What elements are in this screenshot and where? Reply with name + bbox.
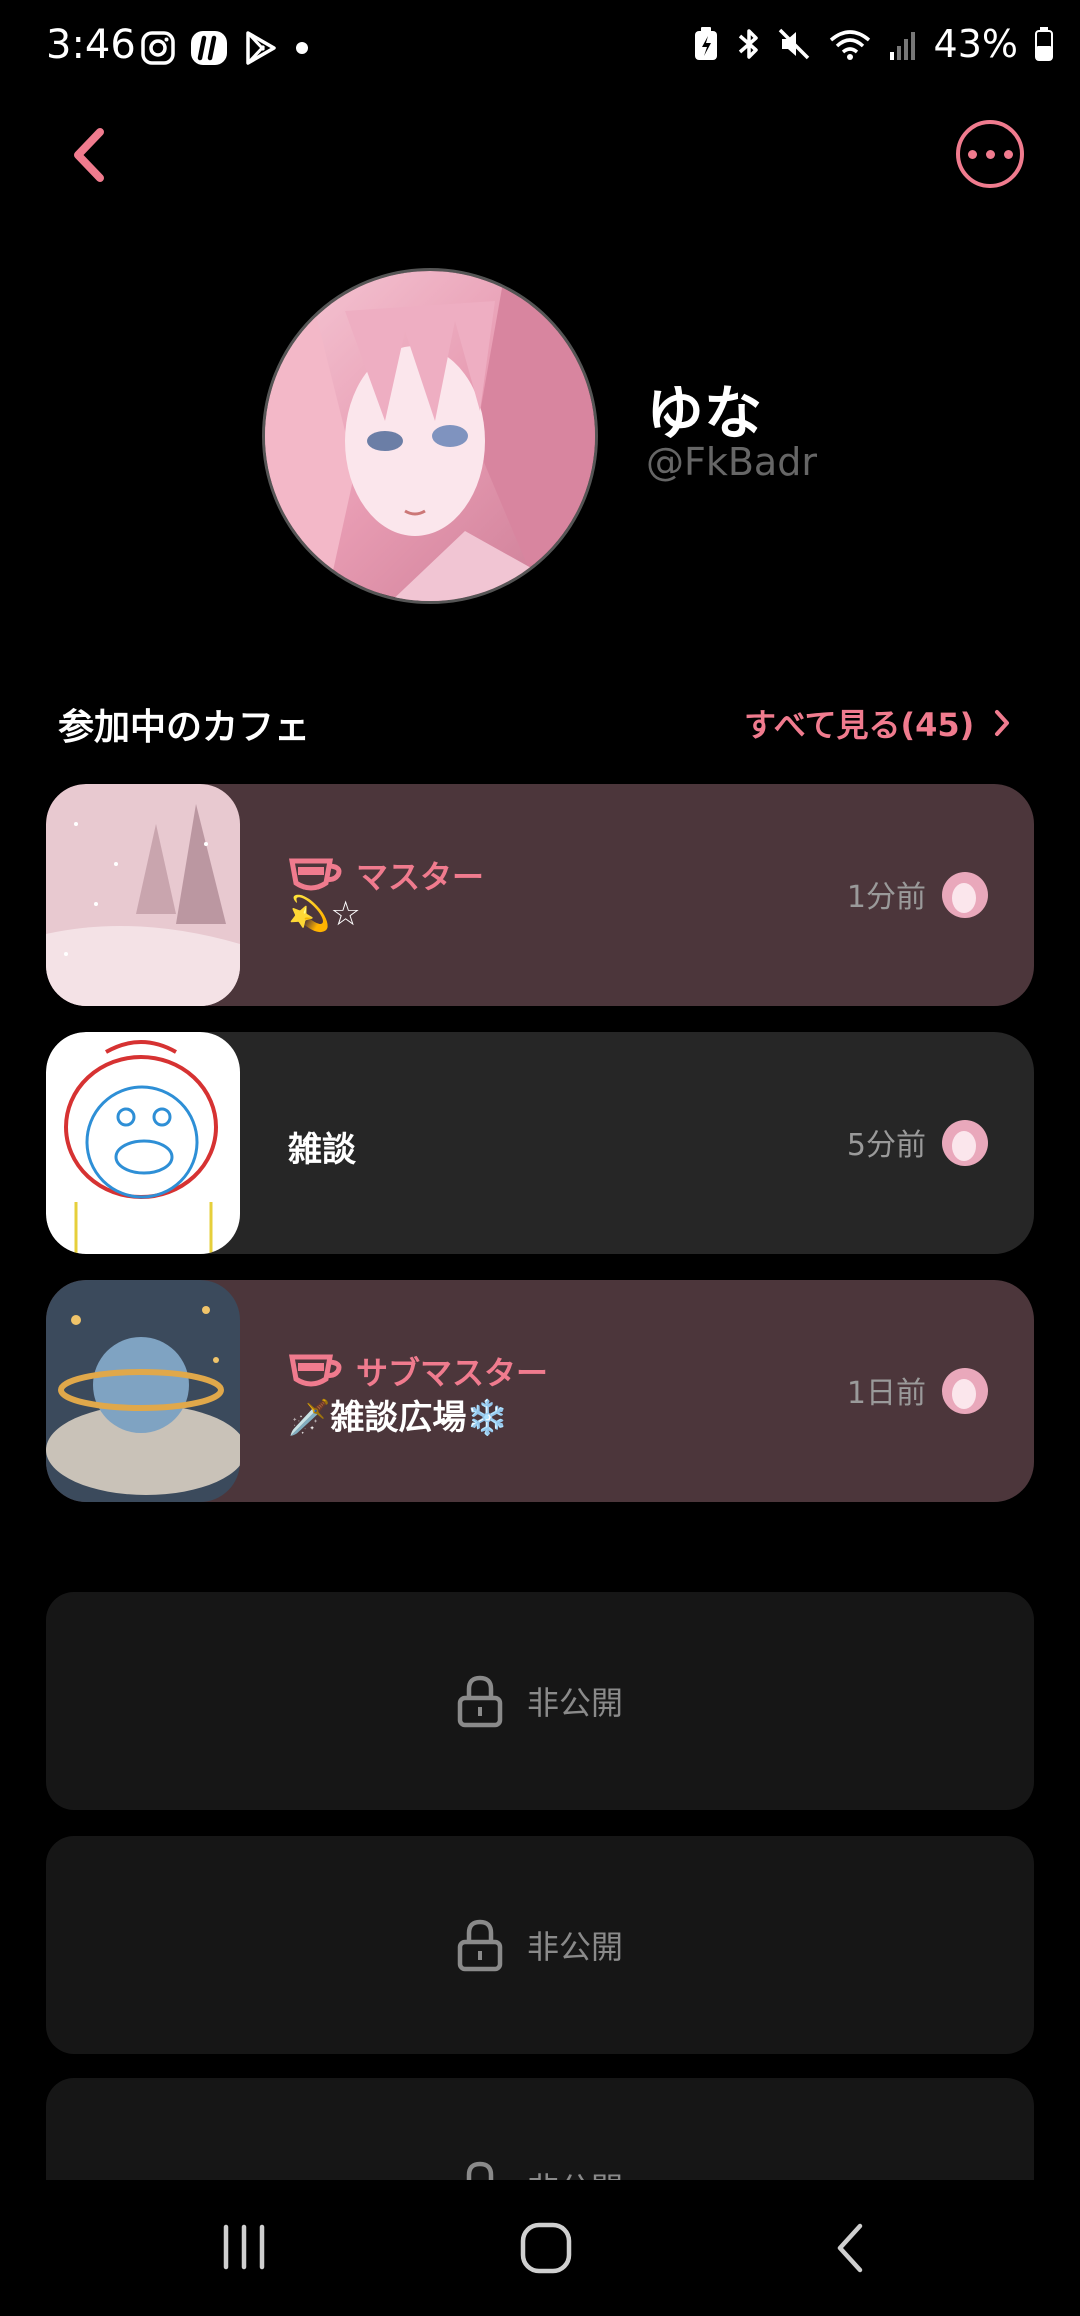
- cafe-time: 1分前: [846, 880, 926, 915]
- profile-avatar[interactable]: [262, 268, 598, 604]
- home-icon[interactable]: [518, 2220, 574, 2276]
- status-right: 43%: [692, 22, 1054, 66]
- battery-percent: 43%: [933, 22, 1018, 66]
- wifi-icon: [829, 30, 870, 60]
- navigation-bar: [0, 2180, 1080, 2316]
- cafe-time: 5分前: [846, 1128, 926, 1163]
- dot-icon: [296, 42, 308, 54]
- recent-apps-icon[interactable]: [218, 2222, 270, 2272]
- user-handle: @FkBadr: [646, 440, 817, 484]
- private-label: 非公開: [526, 1928, 623, 1966]
- member-avatar: [942, 872, 988, 918]
- lock-icon: [457, 1675, 503, 1728]
- member-avatar: [942, 1120, 988, 1166]
- back-button[interactable]: [60, 120, 120, 190]
- cafe-name: 雑談: [288, 1130, 356, 1170]
- status-bar: 3:46 43%: [0, 0, 1080, 96]
- more-options-button[interactable]: [956, 120, 1024, 188]
- back-nav-icon[interactable]: [828, 2220, 872, 2276]
- status-time: 3:46: [46, 22, 136, 68]
- cafe-card[interactable]: 雑談 5分前: [46, 1032, 1034, 1254]
- bluetooth-icon: [738, 29, 758, 59]
- battery-icon: [1035, 27, 1053, 61]
- cafe-card[interactable]: マスター 💫☆ 1分前: [46, 784, 1034, 1006]
- cafe-name: 🗡️雑談広場❄️: [288, 1398, 509, 1438]
- cafe-card[interactable]: サブマスター 🗡️雑談広場❄️ 1日前: [46, 1280, 1034, 1502]
- cafe-time: 1日前: [846, 1376, 926, 1411]
- chevron-left-icon: [74, 128, 104, 182]
- chevron-right-icon: [995, 710, 1010, 736]
- cafe-thumbnail: [46, 784, 240, 1006]
- cafe-role: サブマスター: [288, 1348, 548, 1394]
- cafe-name: 💫☆: [288, 894, 361, 934]
- instagram-icon: [141, 31, 175, 65]
- cafe-thumbnail: [46, 1032, 240, 1254]
- joined-cafes-title: 参加中のカフェ: [58, 707, 311, 748]
- battery-saver-icon: [694, 27, 717, 60]
- member-avatar: [942, 1368, 988, 1414]
- private-cafe-card: 非公開: [46, 1592, 1034, 1810]
- cafe-thumbnail: [46, 1280, 240, 1502]
- signal-icon: [889, 32, 915, 60]
- see-all-link[interactable]: すべて見る(45): [744, 700, 1012, 746]
- user-name: ゆな: [646, 379, 763, 447]
- lock-icon: [457, 1919, 503, 1972]
- private-label: 非公開: [526, 1684, 623, 1722]
- status-left-icons: [140, 26, 312, 70]
- cup-icon: [289, 858, 342, 891]
- cafe-role-label: マスター: [356, 858, 485, 896]
- play-store-icon: [246, 31, 276, 65]
- see-all-label: すべて見る(45): [744, 706, 975, 744]
- mute-icon: [778, 28, 809, 60]
- cafe-role: マスター: [288, 852, 484, 898]
- cafe-role-label: サブマスター: [356, 1354, 549, 1392]
- private-cafe-card: 非公開: [46, 1836, 1034, 2054]
- more-horizontal-icon: [967, 149, 977, 159]
- app-icon: [191, 31, 227, 65]
- cup-icon: [289, 1354, 342, 1387]
